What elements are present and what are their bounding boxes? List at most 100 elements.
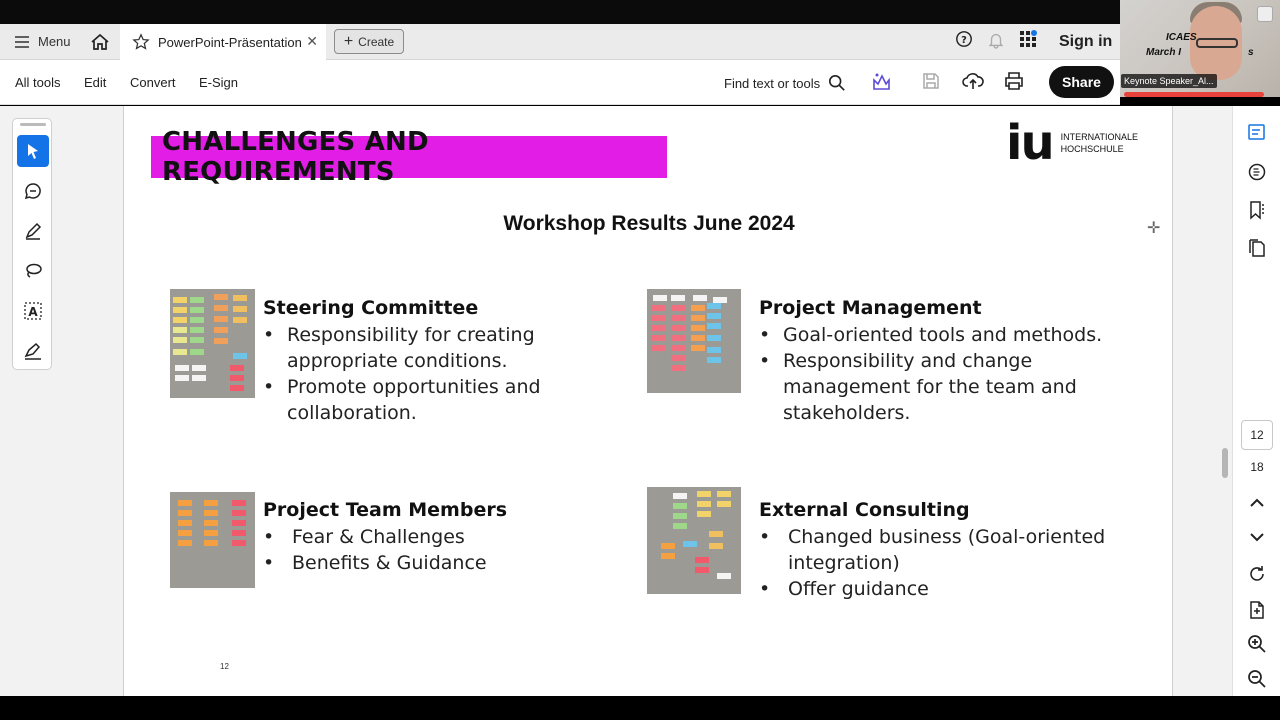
text-select-tool-button[interactable]: A — [17, 295, 49, 327]
workshop-photo — [647, 289, 741, 393]
all-tools-menu[interactable]: All tools — [15, 75, 61, 90]
section-heading: External Consulting — [759, 499, 970, 521]
document-tab[interactable]: PowerPoint-Präsentation ✕ — [120, 24, 326, 60]
star-icon — [132, 33, 150, 50]
pages-icon — [1249, 239, 1265, 257]
section-bullets: Fear & Challenges Benefits & Guidance — [263, 524, 583, 576]
draw-tool-button[interactable] — [17, 215, 49, 247]
help-button[interactable]: ? — [955, 30, 973, 48]
signature-tool-button[interactable] — [17, 335, 49, 367]
section-heading: Project Team Members — [263, 499, 508, 521]
save-icon — [923, 73, 939, 89]
ai-assistant-icon — [873, 73, 890, 90]
panel-grip[interactable] — [20, 123, 46, 126]
refresh-button[interactable] — [1247, 564, 1267, 589]
speaker-video: ICAES March I s Keynote Speaker_Al... — [1120, 0, 1280, 97]
video-conference-text-3: s — [1248, 47, 1254, 58]
zoom-out-icon — [1248, 670, 1266, 688]
workshop-photo — [170, 492, 255, 588]
speaker-name-label: Keynote Speaker_Al... — [1121, 74, 1217, 88]
section-heading: Steering Committee — [263, 297, 479, 319]
find-tools-button[interactable]: Find text or tools — [724, 74, 846, 92]
print-icon — [1005, 72, 1023, 90]
vertical-scrollbar[interactable] — [1222, 448, 1228, 478]
zoom-in-button[interactable] — [1247, 634, 1267, 659]
apps-icon — [1020, 30, 1037, 47]
bullet-item: Responsibility for creating appropriate … — [263, 322, 563, 374]
section-bullets: Responsibility for creating appropriate … — [263, 322, 563, 426]
lasso-tool-button[interactable] — [17, 255, 49, 287]
email-icon — [1248, 163, 1266, 181]
section-bullets: Goal-oriented tools and methods. Respons… — [759, 322, 1159, 426]
section-bullets: Changed business (Goal-oriented integrat… — [759, 524, 1139, 602]
document-properties-button[interactable] — [1247, 600, 1267, 625]
print-button[interactable] — [1003, 71, 1025, 96]
bullet-item: Changed business (Goal-oriented integrat… — [759, 524, 1139, 576]
tool-bar: All tools Edit Convert E-Sign Find text … — [0, 60, 1120, 105]
bookmarks-panel-button[interactable] — [1247, 200, 1267, 225]
bullet-item: Goal-oriented tools and methods. — [759, 322, 1159, 348]
logo-line-1: INTERNATIONALE — [1060, 132, 1138, 142]
next-page-button[interactable] — [1247, 530, 1267, 549]
edit-menu[interactable]: Edit — [84, 75, 106, 90]
slide-page-number: 12 — [220, 662, 229, 671]
document-icon — [1250, 601, 1264, 619]
slide-page: CHALLENGES AND REQUIREMENTS iu INTERNATI… — [123, 106, 1173, 696]
tab-bar: Menu PowerPoint-Präsentation ✕ + Create … — [0, 24, 1120, 60]
tab-title: PowerPoint-Präsentation — [158, 34, 302, 50]
home-button[interactable] — [90, 33, 110, 56]
chevron-up-icon — [1250, 498, 1264, 507]
close-icon[interactable]: ✕ — [306, 33, 318, 50]
find-label: Find text or tools — [724, 75, 821, 91]
ai-assistant-button[interactable] — [871, 71, 891, 98]
svg-text:A: A — [28, 305, 38, 319]
esign-menu[interactable]: E-Sign — [199, 75, 238, 90]
create-button[interactable]: + Create — [334, 29, 404, 54]
video-conference-text-2: March I — [1146, 47, 1182, 58]
email-panel-button[interactable] — [1247, 162, 1267, 187]
speaker-glasses — [1196, 38, 1238, 48]
comment-icon — [24, 183, 41, 200]
notifications-button[interactable] — [987, 30, 1005, 50]
workshop-photo — [170, 289, 255, 398]
share-button[interactable]: Share — [1049, 66, 1114, 98]
save-button[interactable] — [921, 71, 941, 96]
draw-icon — [25, 222, 42, 240]
select-tool-button[interactable] — [17, 135, 49, 167]
workshop-photo — [647, 487, 741, 594]
slide-title-box: CHALLENGES AND REQUIREMENTS — [151, 127, 667, 187]
comments-panel-button[interactable] — [1247, 122, 1267, 147]
previous-page-button[interactable] — [1247, 496, 1267, 515]
bullet-item: Fear & Challenges — [263, 524, 583, 550]
upload-button[interactable] — [962, 71, 984, 96]
menu-icon — [15, 35, 29, 48]
convert-menu[interactable]: Convert — [130, 75, 176, 90]
plus-icon: + — [343, 32, 354, 50]
current-page-input[interactable]: 12 — [1241, 420, 1273, 450]
lasso-icon — [26, 263, 42, 278]
home-icon — [91, 33, 109, 50]
comment-tool-button[interactable] — [17, 175, 49, 207]
video-badge — [1257, 6, 1273, 22]
refresh-icon — [1250, 566, 1264, 581]
menu-button[interactable]: Menu — [14, 34, 71, 49]
video-conference-text-1: ICAES — [1166, 32, 1197, 43]
zoom-in-icon — [1248, 635, 1266, 653]
create-label: Create — [358, 34, 395, 49]
pages-panel-button[interactable] — [1247, 238, 1267, 263]
svg-text:?: ? — [961, 35, 967, 46]
bullet-item: Offer guidance — [759, 576, 1139, 602]
zoom-out-button[interactable] — [1247, 669, 1267, 694]
section-heading: Project Management — [759, 297, 982, 319]
bell-icon — [988, 33, 1004, 49]
bottom-black-bar — [0, 696, 1280, 720]
logo-text: INTERNATIONALE HOCHSCHULE — [1061, 131, 1138, 155]
sign-in-button[interactable]: Sign in — [1059, 33, 1112, 51]
university-logo: iu INTERNATIONALE HOCHSCHULE — [1006, 119, 1138, 167]
text-select-icon: A — [24, 302, 42, 320]
signature-icon — [24, 342, 41, 360]
select-icon — [28, 144, 38, 159]
video-red-bar — [1124, 92, 1264, 97]
total-pages: 18 — [1250, 460, 1264, 474]
apps-button[interactable] — [1019, 30, 1037, 48]
